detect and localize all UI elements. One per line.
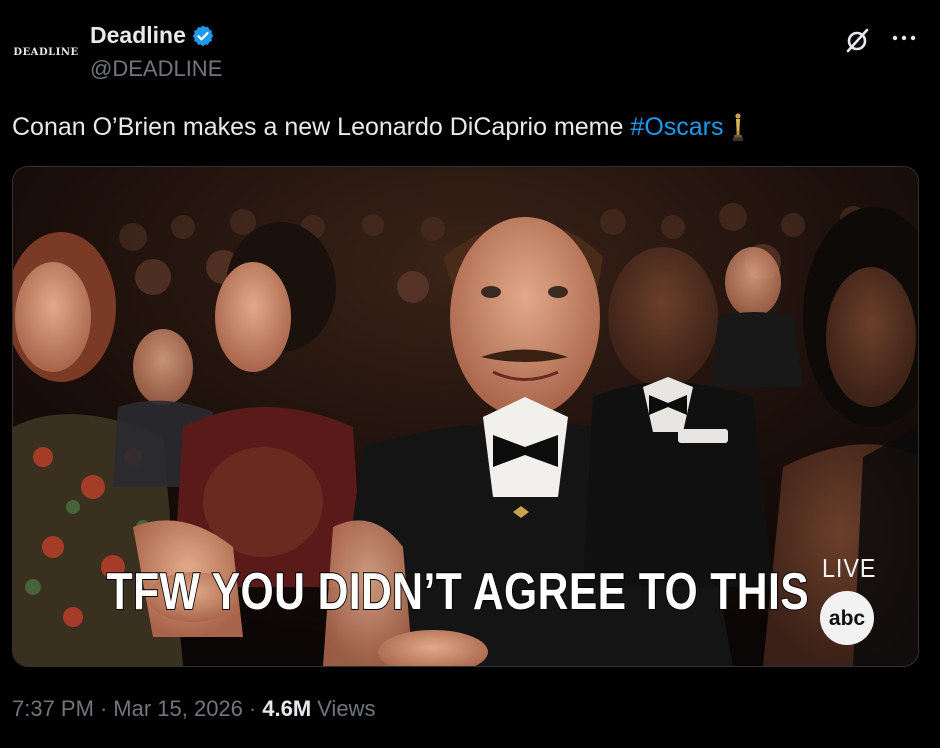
tweet-date[interactable]: Mar 15, 2026 bbox=[113, 696, 243, 722]
views-count: 4.6M bbox=[262, 696, 312, 721]
tweet-meta: 7:37 PM · Mar 15, 2026 · 4.6M Views bbox=[12, 696, 375, 722]
views-label: Views bbox=[317, 696, 376, 721]
tweet-time[interactable]: 7:37 PM bbox=[12, 696, 94, 722]
abc-logo-text: abc bbox=[829, 607, 866, 630]
hashtag-link[interactable]: #Oscars bbox=[630, 113, 723, 142]
author-name-row: Deadline bbox=[90, 22, 215, 49]
verified-badge-icon bbox=[191, 24, 215, 48]
more-icon[interactable] bbox=[886, 24, 922, 52]
live-label: LIVE bbox=[822, 553, 877, 583]
author-handle[interactable]: @DEADLINE bbox=[90, 56, 222, 82]
author-display-name[interactable]: Deadline bbox=[90, 22, 186, 49]
meta-separator: · bbox=[248, 696, 257, 721]
meme-caption: TFW YOU DIDN’T AGREE TO THIS bbox=[106, 562, 810, 622]
abc-network-logo: abc bbox=[818, 589, 876, 647]
oscar-trophy-icon bbox=[732, 112, 744, 142]
media-video[interactable]: TFW YOU DIDN’T AGREE TO THIS LIVE abc bbox=[12, 166, 919, 667]
grok-icon[interactable] bbox=[842, 24, 874, 56]
avatar-wordmark: DEADLINE bbox=[13, 46, 79, 58]
tweet-body: Conan O’Brien makes a new Leonardo DiCap… bbox=[12, 112, 624, 141]
avatar[interactable]: DEADLINE bbox=[10, 26, 82, 78]
tweet-text: Conan O’Brien makes a new Leonardo DiCap… bbox=[12, 112, 744, 142]
meta-separator: · bbox=[99, 696, 108, 721]
